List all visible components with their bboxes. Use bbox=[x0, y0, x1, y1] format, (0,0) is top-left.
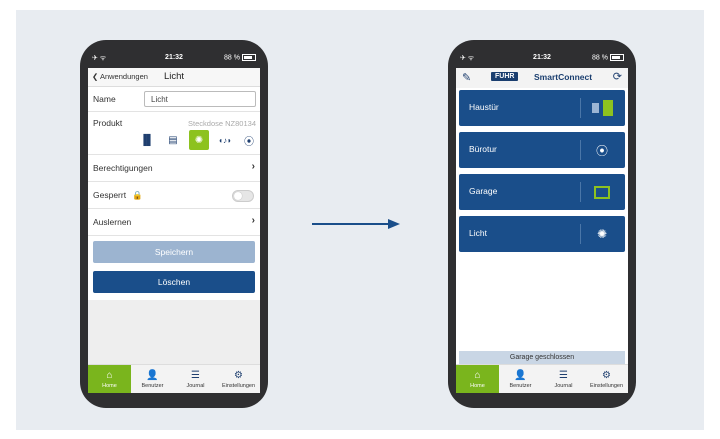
list-icon: ☰ bbox=[559, 370, 568, 381]
socket-icon[interactable]: ⦿ bbox=[239, 130, 259, 150]
battery-percent: 88 % bbox=[592, 54, 608, 62]
bell-icon[interactable]: ◖♪◗ bbox=[215, 130, 235, 150]
garage-icon bbox=[591, 182, 613, 202]
save-button[interactable]: Speichern bbox=[93, 241, 255, 263]
page-title: Licht bbox=[163, 71, 185, 82]
status-bar: ✈ ᯤ 21:32 88 % bbox=[88, 54, 260, 66]
permissions-label: Berechtigungen bbox=[93, 163, 153, 173]
battery-status: 88 % bbox=[224, 54, 256, 61]
tab-label: Einstellungen bbox=[221, 383, 256, 389]
tab-label: Home bbox=[102, 383, 117, 389]
device-divider bbox=[580, 182, 581, 202]
tab-label: Einstellungen bbox=[589, 383, 624, 389]
home-icon: ⌂ bbox=[106, 370, 113, 381]
tab-users[interactable]: 👤 Benutzer bbox=[499, 365, 542, 393]
bulb-icon: ✺ bbox=[596, 227, 608, 241]
tab-label: Journal bbox=[186, 383, 205, 389]
device-divider bbox=[580, 98, 581, 118]
tab-journal[interactable]: ☰ Journal bbox=[542, 365, 585, 393]
name-label: Name bbox=[93, 94, 116, 104]
tab-users[interactable]: 👤 Benutzer bbox=[131, 365, 174, 393]
door-icon bbox=[591, 98, 613, 118]
home-icon: ⌂ bbox=[474, 370, 481, 381]
tab-label: Benutzer bbox=[141, 383, 164, 389]
empty-area bbox=[456, 254, 628, 365]
user-icon: 👤 bbox=[514, 370, 527, 381]
learn-label: Auslernen bbox=[93, 217, 132, 227]
locked-toggle[interactable] bbox=[232, 190, 254, 202]
battery-icon bbox=[242, 54, 256, 61]
empty-area bbox=[88, 300, 260, 365]
battery-percent: 88 % bbox=[224, 54, 240, 62]
logo: FUHR bbox=[491, 72, 519, 81]
device-tile-buerotur[interactable]: Bürotur ⦿ bbox=[459, 132, 625, 168]
socket-icon: ⦿ bbox=[595, 143, 608, 158]
learn-row[interactable]: Auslernen › bbox=[88, 209, 260, 236]
permissions-row[interactable]: Berechtigungen › bbox=[88, 155, 260, 182]
product-label: Produkt bbox=[93, 118, 123, 128]
status-bar: ✈ ᯤ 21:32 88 % bbox=[456, 54, 628, 66]
phone-right: ✈ ᯤ 21:32 88 % ✎ FUHR SmartConnect ⟳ Hau… bbox=[448, 40, 636, 408]
chevron-right-icon: › bbox=[251, 161, 255, 172]
tab-label: Benutzer bbox=[509, 383, 532, 389]
locked-label: Gesperrt 🔒 bbox=[93, 190, 143, 201]
arrow-right-icon bbox=[312, 219, 400, 229]
tab-label: Journal bbox=[554, 383, 573, 389]
battery-icon bbox=[610, 54, 624, 61]
screen-left: ❮ Anwendungen Licht Name Licht Produkt S… bbox=[88, 68, 260, 393]
device-tile-licht[interactable]: Licht ✺ bbox=[459, 216, 625, 252]
battery-status: 88 % bbox=[592, 54, 624, 61]
product-row: Produkt Steckdose NZ80134 ▐▌ ▤ ✺ ◖♪◗ ⦿ bbox=[88, 112, 260, 155]
garage-icon[interactable]: ▤ bbox=[163, 130, 183, 150]
device-label: Licht bbox=[469, 228, 487, 238]
tab-bar: ⌂ Home 👤 Benutzer ☰ Journal ⚙ Einstellungen bbox=[456, 364, 628, 393]
tab-home[interactable]: ⌂ Home bbox=[88, 365, 131, 393]
name-field[interactable]: Licht bbox=[144, 91, 256, 107]
sync-icon[interactable]: ⟳ bbox=[613, 70, 622, 83]
tab-journal[interactable]: ☰ Journal bbox=[174, 365, 217, 393]
door-icon[interactable]: ▐▌ bbox=[137, 130, 157, 150]
tab-bar: ⌂ Home 👤 Benutzer ☰ Journal ⚙ Einstellungen bbox=[88, 364, 260, 393]
name-row: Name Licht bbox=[88, 87, 260, 112]
tab-label: Home bbox=[470, 383, 485, 389]
edit-icon[interactable]: ✎ bbox=[462, 71, 471, 84]
device-label: Haustür bbox=[469, 102, 499, 112]
navigation-bar: ❮ Anwendungen Licht bbox=[88, 68, 260, 87]
device-divider bbox=[580, 224, 581, 244]
device-tile-garage[interactable]: Garage bbox=[459, 174, 625, 210]
screen-right: ✎ FUHR SmartConnect ⟳ Haustür Bürotur ⦿ … bbox=[456, 68, 628, 393]
tab-home[interactable]: ⌂ Home bbox=[456, 365, 499, 393]
app-header: ✎ FUHR SmartConnect ⟳ bbox=[456, 68, 628, 88]
product-value: Steckdose NZ80134 bbox=[188, 119, 256, 128]
chevron-right-icon: › bbox=[251, 215, 255, 226]
gear-icon: ⚙ bbox=[602, 370, 611, 381]
locked-row: Gesperrt 🔒 bbox=[88, 182, 260, 209]
brand-name: SmartConnect bbox=[534, 72, 593, 82]
device-label: Garage bbox=[469, 186, 498, 196]
device-label: Bürotur bbox=[469, 144, 497, 154]
tab-settings[interactable]: ⚙ Einstellungen bbox=[585, 365, 628, 393]
status-message: Garage geschlossen bbox=[459, 351, 625, 364]
delete-button[interactable]: Löschen bbox=[93, 271, 255, 293]
bulb-icon[interactable]: ✺ bbox=[189, 130, 209, 150]
device-divider bbox=[580, 140, 581, 160]
lock-icon: 🔒 bbox=[132, 190, 143, 200]
gear-icon: ⚙ bbox=[234, 370, 243, 381]
tab-settings[interactable]: ⚙ Einstellungen bbox=[217, 365, 260, 393]
list-icon: ☰ bbox=[191, 370, 200, 381]
phone-left: ✈ ᯤ 21:32 88 % ❮ Anwendungen Licht Name … bbox=[80, 40, 268, 408]
user-icon: 👤 bbox=[146, 370, 159, 381]
locked-text: Gesperrt bbox=[93, 190, 127, 200]
device-tile-haustuer[interactable]: Haustür bbox=[459, 90, 625, 126]
